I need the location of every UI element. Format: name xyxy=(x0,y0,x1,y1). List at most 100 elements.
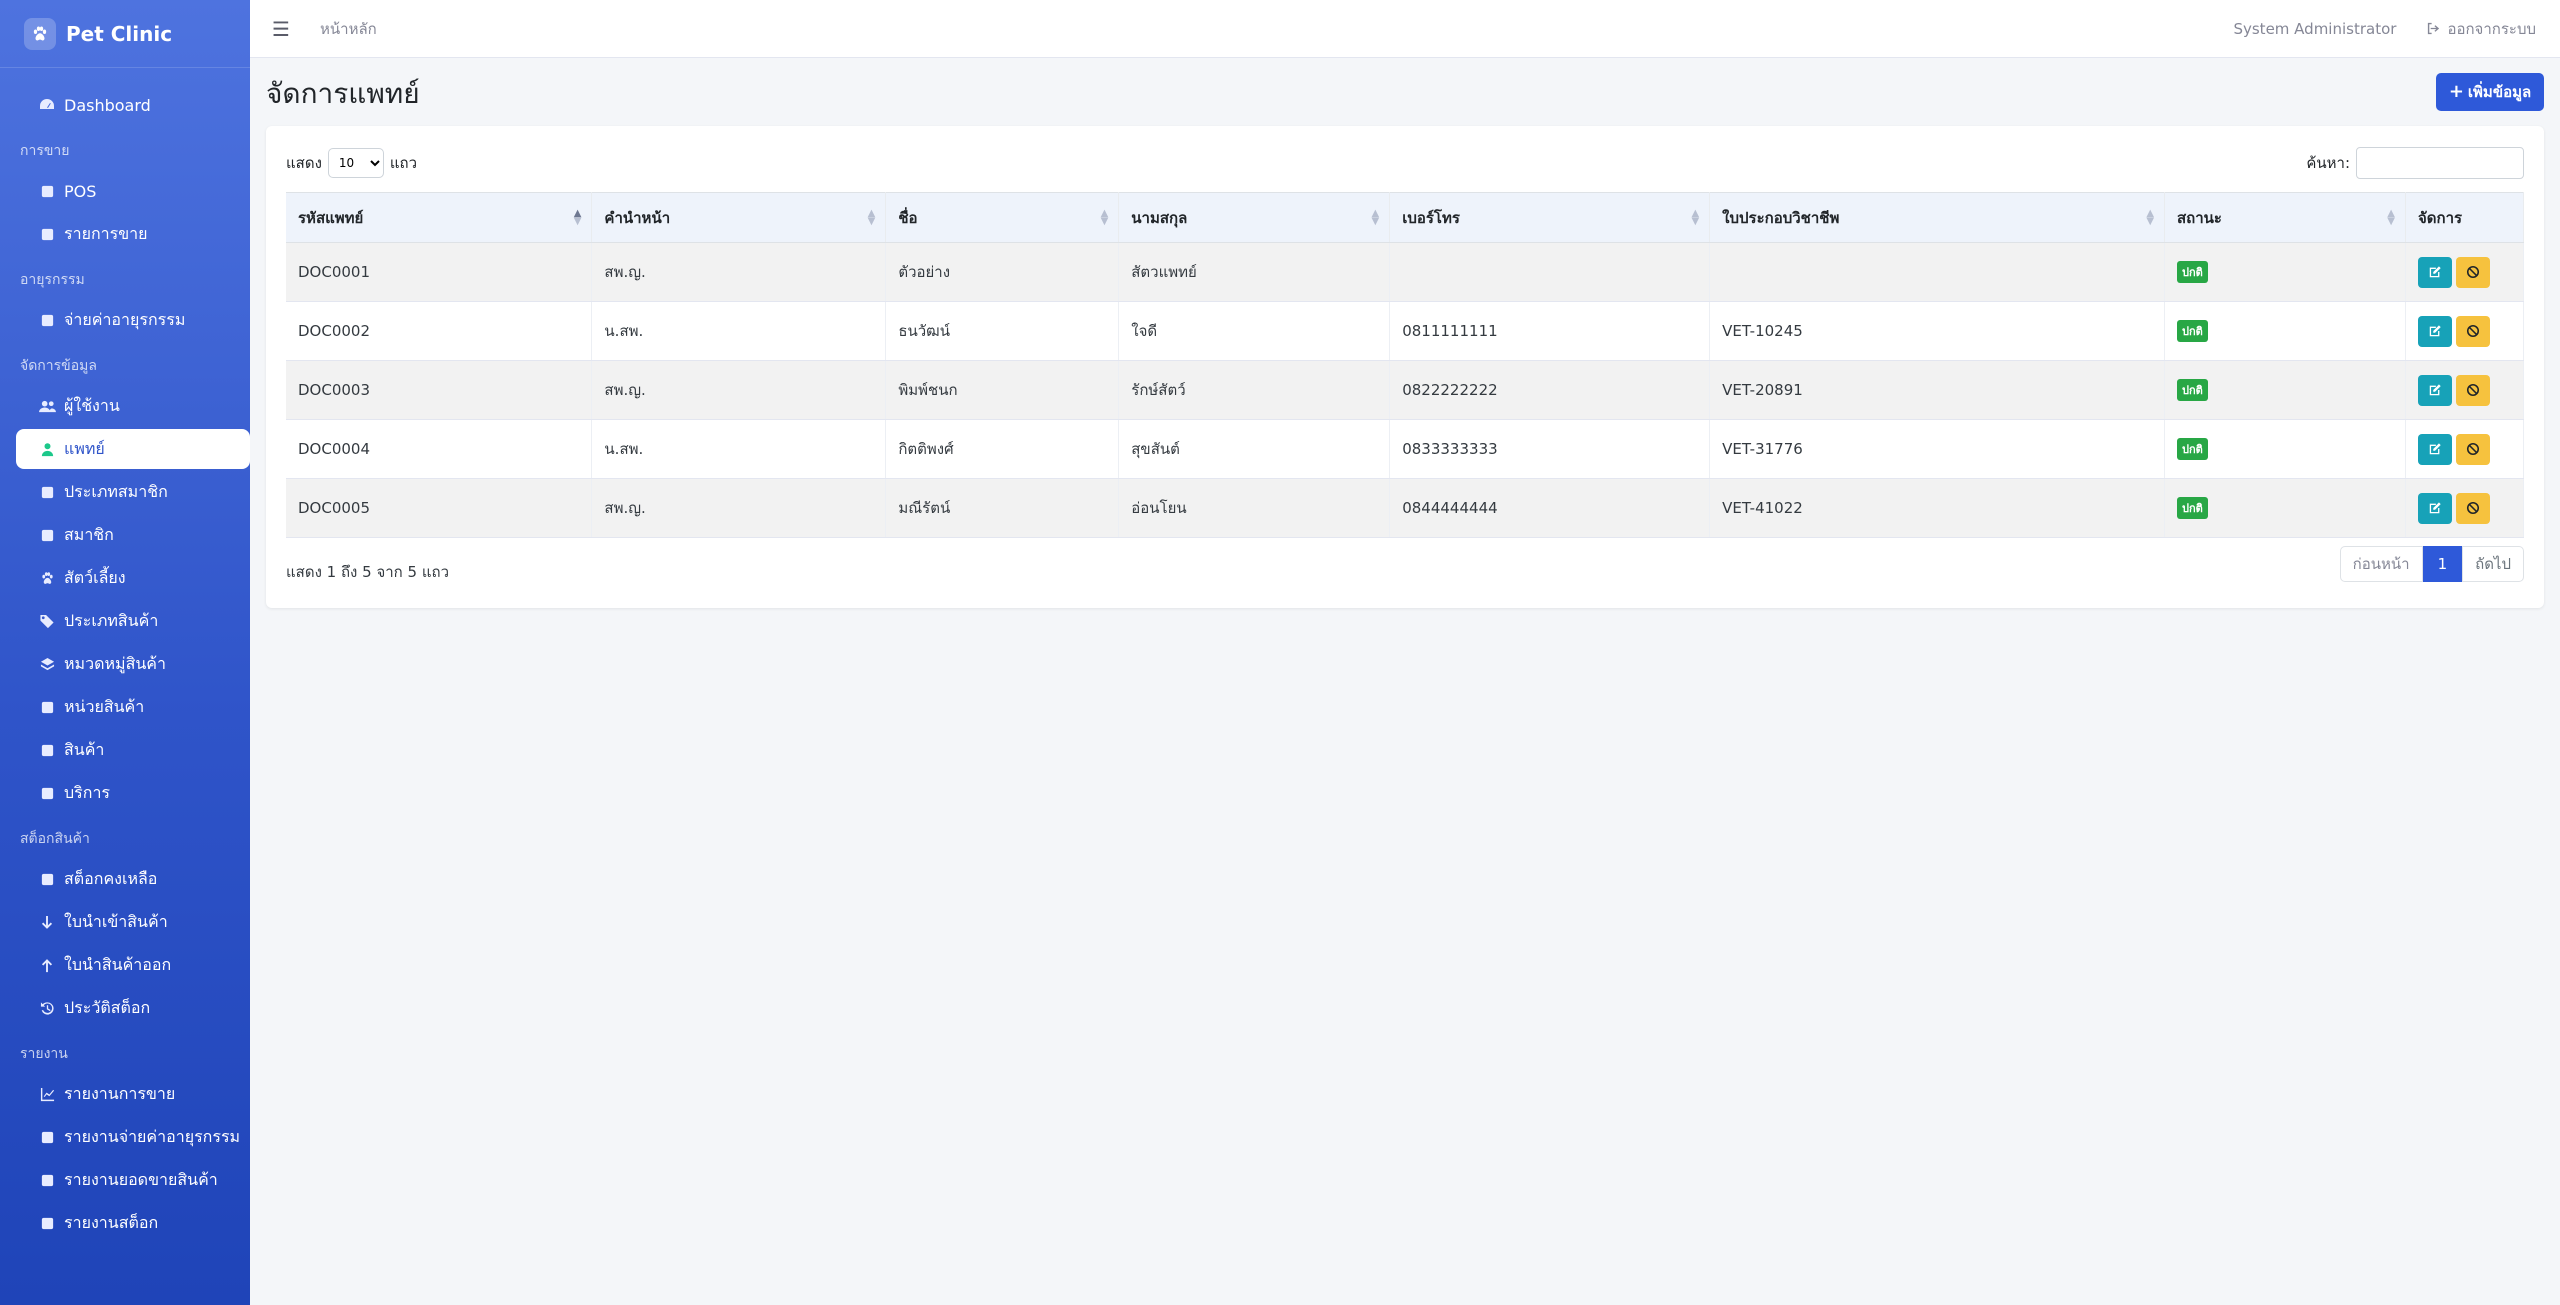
sidebar-item[interactable]: หมวดหมู่สินค้า xyxy=(16,644,250,684)
table-info: แสดง 1 ถึง 5 จาก 5 แถว xyxy=(286,563,450,581)
ban-icon xyxy=(2466,501,2479,515)
arrow-up-icon xyxy=(36,958,58,973)
column-header[interactable]: นามสกุล ▲ ▼ xyxy=(1118,192,1391,243)
sort-icon: ▲ ▼ xyxy=(2146,208,2155,227)
table-header-row: รหัสแพทย์ ▲ ▼ คำนำหน้า ▲ ▼ ชื่อ ▲ ▼ นามสกุล ▲ ▼ เบอร… xyxy=(286,192,2525,243)
column-header-label: รหัสแพทย์ xyxy=(298,208,364,227)
ban-icon xyxy=(2466,265,2479,279)
user-name[interactable]: System Administrator xyxy=(2233,20,2396,38)
sidebar-item[interactable]: แพทย์ xyxy=(16,429,250,469)
search-control: ค้นหา: xyxy=(2306,147,2524,179)
hand-holding-icon xyxy=(36,1130,58,1145)
sidebar-item[interactable]: หน่วยสินค้า xyxy=(16,687,250,727)
sidebar-item[interactable]: สัตว์เลี้ยง xyxy=(16,558,250,598)
page-length-select[interactable]: 10 xyxy=(327,148,384,178)
sidebar-item-dashboard[interactable]: Dashboard xyxy=(16,85,250,125)
sidebar-item-label: หน่วยสินค้า xyxy=(64,696,145,716)
sidebar-item[interactable]: ใบนำสินค้าออก xyxy=(16,945,250,985)
cell-last: รักษ์สัตว์ xyxy=(1118,360,1391,420)
hamburger-icon[interactable]: ☰ xyxy=(272,17,302,41)
pagination-next[interactable]: ถัดไป xyxy=(2462,546,2524,582)
sidebar-item-label: แพทย์ xyxy=(64,438,105,458)
disable-button[interactable] xyxy=(2455,315,2490,347)
add-button-label: เพิ่มข้อมูล xyxy=(2467,83,2532,101)
column-header[interactable]: รหัสแพทย์ ▲ ▼ xyxy=(286,192,593,243)
sidebar-item-label: ผู้ใช้งาน xyxy=(64,395,120,415)
sidebar-nav: Dashboard การขาย POS รายการขาย อายุรกรรม จ่า… xyxy=(0,68,250,1243)
sidebar-item[interactable]: รายงานยอดขายสินค้า xyxy=(16,1160,250,1200)
table-row: DOC0004 น.สพ. กิตติพงศ์ สุขสันต์ 0833333333 V… xyxy=(286,419,2525,479)
sidebar-item[interactable]: ใบนำเข้าสินค้า xyxy=(16,902,250,942)
pagination-page-1[interactable]: 1 xyxy=(2422,546,2463,582)
row-actions xyxy=(2417,433,2523,465)
add-button[interactable]: + เพิ่มข้อมูล xyxy=(2436,73,2544,111)
cell-phone: 0844444444 xyxy=(1389,478,1711,538)
paw-icon xyxy=(36,571,58,586)
cell-license: VET-31776 xyxy=(1709,419,2166,479)
disable-button[interactable] xyxy=(2455,492,2490,524)
page-title: จัดการแพทย์ xyxy=(266,77,420,110)
sidebar-item[interactable]: รายการขาย xyxy=(16,214,250,254)
column-header-label: ชื่อ xyxy=(898,208,918,227)
cell-phone xyxy=(1389,242,1711,302)
cell-prefix: น.สพ. xyxy=(591,419,887,479)
cell-last: ใจดี xyxy=(1118,301,1391,361)
cell-prefix: สพ.ญ. xyxy=(591,360,887,420)
cell-last: สุขสันต์ xyxy=(1118,419,1391,479)
history-icon xyxy=(36,1001,58,1016)
sidebar-item[interactable]: ประเภทสมาชิก xyxy=(16,472,250,512)
column-header[interactable]: จัดการ xyxy=(2405,192,2525,243)
edit-button[interactable] xyxy=(2417,374,2452,406)
sidebar-item[interactable]: สินค้า xyxy=(16,730,250,770)
sidebar-item[interactable]: ผู้ใช้งาน xyxy=(16,386,250,426)
column-header-label: คำนำหน้า xyxy=(604,208,671,227)
logout-link[interactable]: ออกจากระบบ xyxy=(2426,17,2536,41)
cell-status: ปกติ xyxy=(2164,360,2406,420)
sidebar-section-heading: อายุรกรรม xyxy=(20,272,85,288)
brand[interactable]: Pet Clinic xyxy=(0,0,250,68)
column-header[interactable]: ชื่อ ▲ ▼ xyxy=(885,192,1120,243)
sidebar-item[interactable]: รายงานจ่ายค่าอายุรกรรม xyxy=(16,1117,250,1157)
cell-last: สัตวแพทย์ xyxy=(1118,242,1391,302)
sidebar-item[interactable]: ประวัติสต็อก xyxy=(16,988,250,1028)
sidebar-item[interactable]: บริการ xyxy=(16,773,250,813)
edit-button[interactable] xyxy=(2417,256,2452,288)
cell-status: ปกติ xyxy=(2164,242,2406,302)
cell-phone: 0811111111 xyxy=(1389,301,1711,361)
disable-button[interactable] xyxy=(2455,433,2490,465)
search-input[interactable] xyxy=(2356,147,2524,179)
sidebar-item[interactable]: POS xyxy=(16,171,250,211)
disable-button[interactable] xyxy=(2455,256,2490,288)
breadcrumb[interactable]: หน้าหลัก xyxy=(320,17,377,41)
edit-button[interactable] xyxy=(2417,492,2452,524)
cell-first: มณีรัตน์ xyxy=(885,478,1120,538)
edit-button[interactable] xyxy=(2417,433,2452,465)
plus-icon: + xyxy=(2448,81,2464,102)
cell-license xyxy=(1709,242,2166,302)
status-badge: ปกติ xyxy=(2177,261,2208,283)
cell-license: VET-10245 xyxy=(1709,301,2166,361)
sidebar-item[interactable]: ประเภทสินค้า xyxy=(16,601,250,641)
cell-code: DOC0005 xyxy=(286,478,593,538)
tags-icon xyxy=(36,614,58,629)
sort-icon: ▲ ▼ xyxy=(867,208,876,227)
cell-license: VET-20891 xyxy=(1709,360,2166,420)
column-header[interactable]: เบอร์โทร ▲ ▼ xyxy=(1389,192,1711,243)
sidebar-item[interactable]: รายงานการขาย xyxy=(16,1074,250,1114)
disable-button[interactable] xyxy=(2455,374,2490,406)
column-header[interactable]: ใบประกอบวิชาชีพ ▲ ▼ xyxy=(1709,192,2166,243)
sidebar-item-label: รายงานสต็อก xyxy=(64,1212,159,1232)
sidebar-item[interactable]: จ่ายค่าอายุรกรรม xyxy=(16,300,250,340)
pagination-prev[interactable]: ก่อนหน้า xyxy=(2339,546,2423,582)
column-header[interactable]: คำนำหน้า ▲ ▼ xyxy=(591,192,887,243)
doctor-icon xyxy=(36,442,58,457)
sidebar-item[interactable]: สต็อกคงเหลือ xyxy=(16,859,250,899)
column-header[interactable]: สถานะ ▲ ▼ xyxy=(2164,192,2406,243)
sidebar-item-label: สัตว์เลี้ยง xyxy=(64,567,126,587)
cell-last: อ่อนโยน xyxy=(1118,478,1391,538)
sidebar-item[interactable]: สมาชิก xyxy=(16,515,250,555)
column-header-label: เบอร์โทร xyxy=(1402,208,1460,227)
row-actions xyxy=(2417,256,2523,288)
edit-button[interactable] xyxy=(2417,315,2452,347)
sidebar-item[interactable]: รายงานสต็อก xyxy=(16,1203,250,1243)
